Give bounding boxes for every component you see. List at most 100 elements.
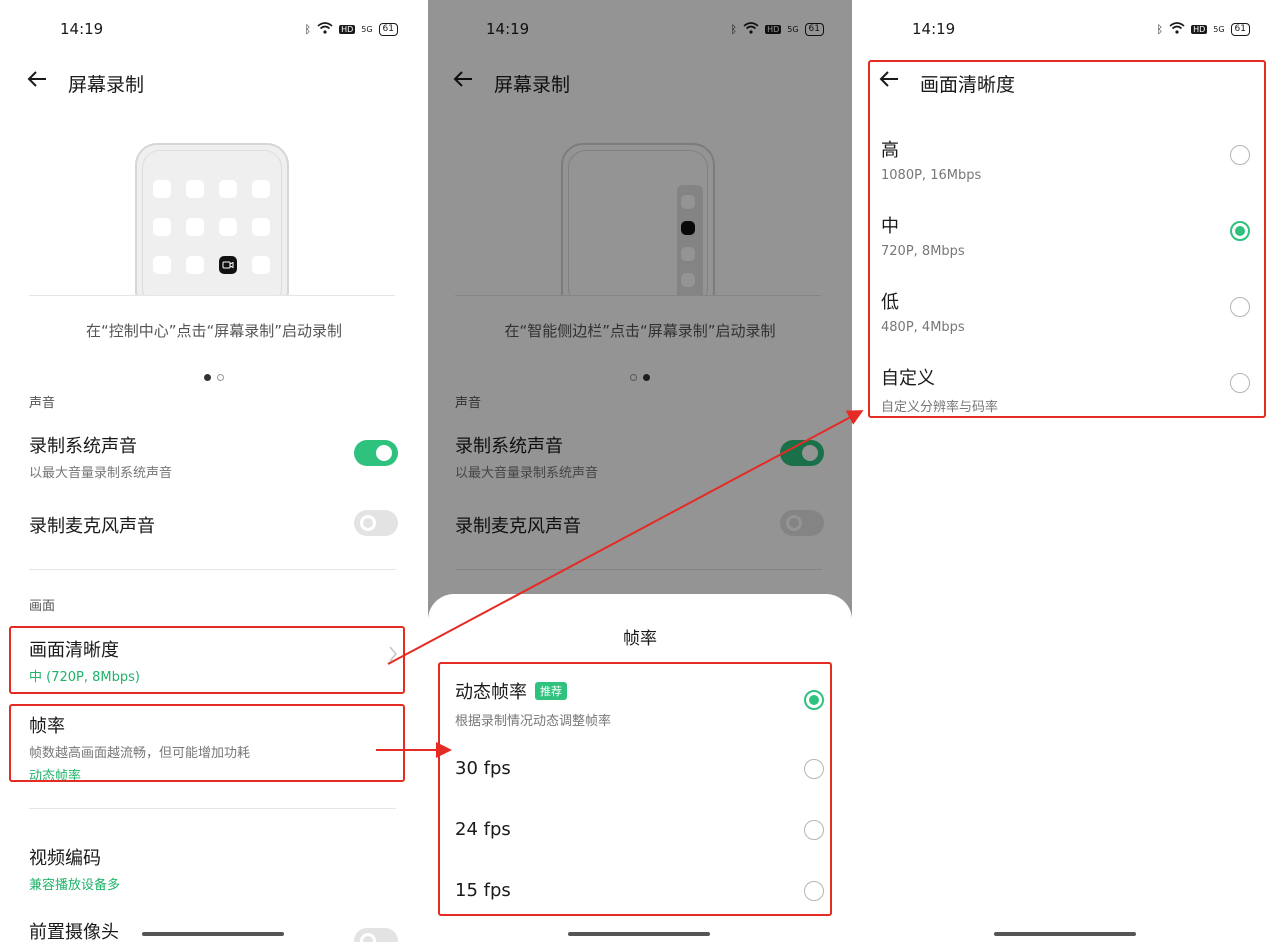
option-title: 24 fps	[455, 819, 511, 840]
battery-icon: 61	[378, 23, 398, 36]
screen-recording-settings: 14:19 ᛒ HD 5G 61 屏幕录制 在“控制中心”点击“屏幕录制”启动录…	[2, 0, 426, 942]
radio-high[interactable]	[1230, 145, 1250, 165]
app-tile	[153, 256, 171, 274]
framerate-value: 动态帧率	[29, 769, 82, 784]
quality-title: 画面清晰度	[29, 640, 119, 661]
section-picture-label: 画面	[29, 599, 56, 614]
app-tile	[252, 256, 270, 274]
app-tile	[252, 180, 270, 198]
back-arrow-icon[interactable]	[26, 68, 52, 94]
guide-caption: 在“控制中心”点击“屏幕录制”启动录制	[85, 322, 343, 340]
status-icons: ᛒ HD 5G 61	[304, 22, 398, 37]
app-tile	[153, 218, 171, 236]
app-tile	[186, 180, 204, 198]
option-title: 15 fps	[455, 880, 511, 901]
recommended-badge: 推荐	[535, 682, 567, 700]
status-icons: ᛒ HD 5G 61	[1156, 22, 1250, 37]
radio-dynamic-framerate[interactable]	[804, 690, 824, 710]
option-subtitle: 720P, 8Mbps	[881, 244, 965, 259]
title-bar: 屏幕录制	[2, 62, 426, 102]
mic-sound-toggle[interactable]	[354, 510, 398, 536]
radio-24fps[interactable]	[804, 820, 824, 840]
option-dynamic-framerate[interactable]: 动态帧率 推荐 根据录制情况动态调整帧率	[455, 678, 826, 729]
front-camera-title: 前置摄像头	[29, 922, 119, 942]
status-time: 14:19	[912, 20, 956, 38]
wifi-icon	[1169, 22, 1185, 37]
mic-sound-row[interactable]: 录制麦克风声音	[29, 512, 396, 538]
phone-illustration	[135, 143, 289, 295]
home-indicator[interactable]	[568, 932, 710, 936]
battery-icon: 61	[1230, 23, 1250, 36]
guide-illustration	[29, 140, 395, 296]
page-title: 屏幕录制	[68, 74, 145, 96]
system-sound-title: 录制系统声音	[29, 436, 137, 457]
option-title: 低	[881, 292, 899, 313]
framerate-row[interactable]: 帧率 帧数越高画面越流畅，但可能增加功耗 动态帧率	[29, 712, 396, 784]
app-tile	[153, 180, 171, 198]
option-title: 动态帧率	[455, 682, 527, 703]
codec-title: 视频编码	[29, 848, 101, 869]
bluetooth-icon: ᛒ	[304, 23, 312, 36]
option-title: 中	[881, 216, 899, 237]
system-sound-subtitle: 以最大音量录制系统声音	[29, 466, 173, 481]
app-tile	[186, 218, 204, 236]
home-indicator[interactable]	[142, 932, 284, 936]
codec-row[interactable]: 视频编码 兼容播放设备多	[29, 844, 396, 893]
app-tile	[252, 218, 270, 236]
signal-icon: 5G	[361, 25, 373, 34]
signal-icon: 5G	[1213, 25, 1225, 34]
option-subtitle: 根据录制情况动态调整帧率	[455, 714, 612, 729]
divider	[29, 569, 396, 570]
home-indicator[interactable]	[994, 932, 1136, 936]
option-high[interactable]: 高 1080P, 16Mbps	[881, 136, 1252, 183]
sheet-title: 帧率	[623, 629, 657, 649]
title-bar: 画面清晰度	[854, 62, 1278, 102]
option-30fps[interactable]: 30 fps	[455, 758, 826, 779]
option-15fps[interactable]: 15 fps	[455, 880, 826, 901]
radio-15fps[interactable]	[804, 881, 824, 901]
status-bar: 14:19 ᛒ HD 5G 61	[854, 0, 1278, 60]
option-medium[interactable]: 中 720P, 8Mbps	[881, 212, 1252, 259]
option-24fps[interactable]: 24 fps	[455, 819, 826, 840]
option-title: 30 fps	[455, 758, 511, 779]
framerate-sheet-screen: 14:19 ᛒ HD 5G 61 屏幕录制 在“智能侧边栏”点击“屏幕录制”启动…	[428, 0, 852, 942]
option-subtitle: 480P, 4Mbps	[881, 320, 965, 335]
radio-30fps[interactable]	[804, 759, 824, 779]
option-subtitle: 1080P, 16Mbps	[881, 168, 982, 183]
chevron-right-icon	[388, 644, 398, 668]
status-time: 14:19	[60, 20, 104, 38]
radio-medium[interactable]	[1230, 221, 1250, 241]
divider	[29, 808, 396, 809]
app-tile	[219, 180, 237, 198]
bluetooth-icon: ᛒ	[1156, 23, 1164, 36]
radio-custom[interactable]	[1230, 373, 1250, 393]
codec-value: 兼容播放设备多	[29, 878, 121, 893]
section-sound-label: 声音	[29, 396, 56, 411]
app-tile	[186, 256, 204, 274]
quality-row[interactable]: 画面清晰度 中 (720P, 8Mbps)	[29, 636, 396, 685]
back-arrow-icon[interactable]	[878, 68, 904, 94]
page-indicator	[2, 374, 426, 381]
option-title: 自定义	[881, 368, 935, 389]
option-subtitle: 自定义分辨率与码率	[881, 400, 999, 415]
hd-icon: HD	[1191, 25, 1208, 34]
framerate-subtitle: 帧数越高画面越流畅，但可能增加功耗	[29, 746, 251, 761]
screen-record-tile-icon	[219, 256, 237, 274]
option-custom[interactable]: 自定义 自定义分辨率与码率	[881, 364, 1252, 415]
framerate-bottom-sheet: 帧率 动态帧率 推荐 根据录制情况动态调整帧率 30 fps 24 fps 15 …	[428, 594, 852, 942]
front-camera-toggle[interactable]	[354, 928, 398, 942]
mic-sound-title: 录制麦克风声音	[29, 516, 155, 537]
option-title: 高	[881, 140, 899, 161]
hd-icon: HD	[339, 25, 356, 34]
front-camera-row[interactable]: 前置摄像头	[29, 918, 396, 942]
page-title: 画面清晰度	[920, 74, 1016, 96]
wifi-icon	[317, 22, 333, 37]
radio-low[interactable]	[1230, 297, 1250, 317]
page-dot	[217, 374, 224, 381]
system-sound-toggle[interactable]	[354, 440, 398, 466]
system-sound-row[interactable]: 录制系统声音 以最大音量录制系统声音	[29, 432, 396, 481]
page-dot-active	[204, 374, 211, 381]
app-tile	[219, 218, 237, 236]
quality-value: 中 (720P, 8Mbps)	[29, 670, 140, 685]
option-low[interactable]: 低 480P, 4Mbps	[881, 288, 1252, 335]
